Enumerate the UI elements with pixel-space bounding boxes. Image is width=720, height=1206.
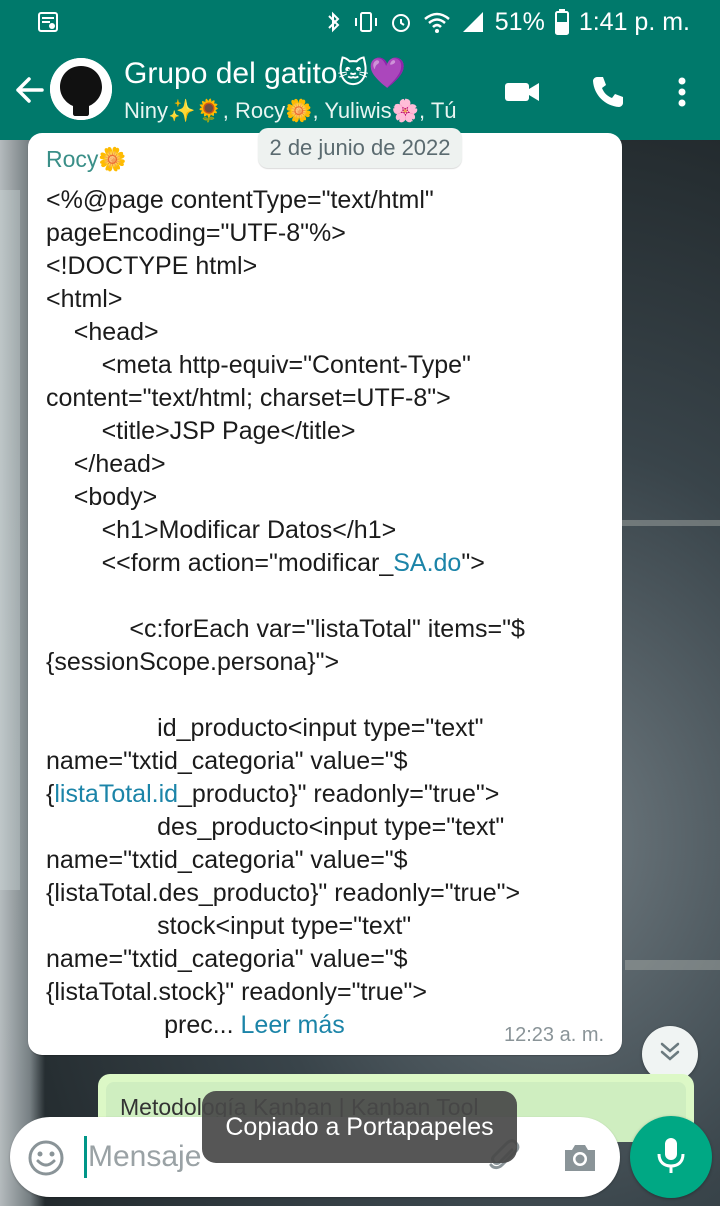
video-call-icon[interactable] — [502, 72, 542, 112]
date-chip: 2 de junio de 2022 — [258, 128, 462, 168]
signal-icon — [461, 10, 485, 34]
chat-participants[interactable]: Niny✨🌻, Rocy🌼, Yuliwis🌸, Tú — [124, 98, 457, 124]
message-link[interactable]: listaTotal.id — [54, 780, 178, 808]
emoji-icon[interactable] — [26, 1138, 66, 1178]
more-vert-icon[interactable] — [662, 72, 702, 112]
read-more-link[interactable]: Leer más — [241, 1011, 345, 1039]
message-sender[interactable]: Rocy🌼 — [46, 146, 127, 173]
wallpaper-detail — [0, 190, 20, 890]
camera-icon[interactable] — [560, 1138, 600, 1178]
message-text[interactable]: <%@page contentType="text/html" pageEnco… — [46, 184, 606, 1042]
vibrate-icon — [353, 10, 379, 34]
text-caret — [84, 1136, 87, 1178]
battery-percent: 51% — [494, 7, 545, 36]
back-arrow-icon[interactable] — [10, 70, 50, 110]
wallpaper-detail — [625, 960, 720, 970]
battery-icon — [554, 9, 569, 35]
bluetooth-icon — [325, 10, 343, 34]
clock: 1:41 p. m. — [578, 7, 690, 36]
message-link[interactable]: SA.do — [393, 549, 461, 577]
mic-icon — [653, 1135, 689, 1180]
wallpaper-detail — [620, 520, 720, 526]
notification-icon — [36, 10, 60, 39]
wifi-icon — [423, 10, 451, 34]
alarm-icon — [389, 10, 413, 34]
chat-header: Grupo del gatito🐱💜 Niny✨🌻, Rocy🌼, Yuliwi… — [0, 44, 720, 140]
chevrons-down-icon — [657, 1039, 683, 1070]
copied-toast: Copiado a Portapapeles — [202, 1091, 517, 1163]
chat-title[interactable]: Grupo del gatito🐱💜 — [124, 56, 406, 91]
message-timestamp: 12:23 a. m. — [504, 1024, 605, 1046]
group-avatar[interactable] — [50, 58, 112, 120]
phone-icon[interactable] — [588, 72, 628, 112]
status-bar: 51% 1:41 p. m. — [0, 0, 720, 44]
mic-button[interactable] — [630, 1116, 712, 1198]
